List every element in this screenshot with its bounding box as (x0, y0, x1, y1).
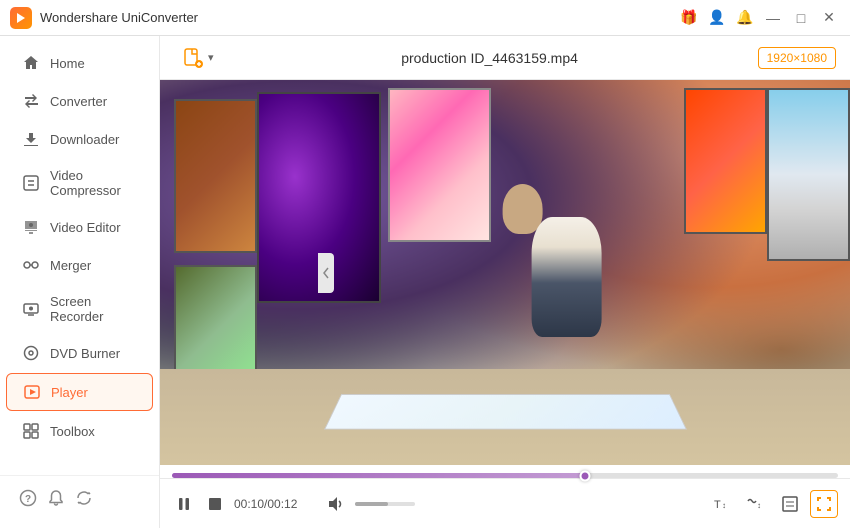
player-icon (23, 383, 41, 401)
sidebar-item-video-editor[interactable]: Video Editor (6, 209, 153, 245)
controls-right: T ↕ ↕ (708, 490, 838, 518)
home-icon (22, 54, 40, 72)
sidebar-item-label-converter: Converter (50, 94, 107, 109)
video-editor-icon (22, 218, 40, 236)
screen-recorder-icon (22, 300, 40, 318)
sidebar-item-label-toolbox: Toolbox (50, 424, 95, 439)
time-display: 00:10/00:12 (234, 497, 297, 511)
toolbox-icon (22, 422, 40, 440)
sidebar-item-dvd-burner[interactable]: DVD Burner (6, 335, 153, 371)
app-title: Wondershare UniConverter (40, 10, 678, 25)
progress-row (160, 465, 850, 478)
minimize-button[interactable]: — (762, 7, 784, 29)
content-topbar: ▾ production ID_4463159.mp4 1920×1080 (160, 36, 850, 80)
sidebar-item-toolbox[interactable]: Toolbox (6, 413, 153, 449)
volume-icon[interactable] (321, 490, 349, 518)
svg-text:T: T (714, 499, 721, 511)
sidebar-item-converter[interactable]: Converter (6, 83, 153, 119)
sidebar-item-merger[interactable]: Merger (6, 247, 153, 283)
add-file-button[interactable]: ▾ (174, 43, 222, 73)
user-icon[interactable]: 👤 (706, 7, 728, 29)
painting-decoration (767, 88, 850, 261)
progress-thumb[interactable] (579, 470, 590, 481)
volume-control (321, 490, 415, 518)
sidebar-item-label-video-compressor: Video Compressor (50, 168, 137, 198)
sidebar-item-video-compressor[interactable]: Video Compressor (6, 159, 153, 207)
progress-fill (172, 473, 585, 478)
volume-fill (355, 502, 388, 506)
progress-track[interactable] (172, 473, 838, 478)
person-head (503, 184, 543, 234)
svg-text:↕: ↕ (757, 501, 761, 510)
help-icon[interactable]: ? (16, 486, 40, 510)
refresh-icon[interactable] (72, 486, 96, 510)
svg-text:?: ? (25, 494, 31, 505)
person-figure (464, 184, 602, 396)
controls-bar: 00:10/00:12 T ↕ (160, 478, 850, 528)
title-bar: Wondershare UniConverter 🎁 👤 🔔 — □ ✕ (0, 0, 850, 36)
audio-track-button[interactable]: ↕ (742, 490, 770, 518)
sidebar-item-label-video-editor: Video Editor (50, 220, 121, 235)
sidebar-toggle[interactable] (318, 253, 334, 293)
painting-decoration (174, 99, 257, 253)
sidebar-item-player[interactable]: Player (6, 373, 153, 411)
merger-icon (22, 256, 40, 274)
app-logo (10, 7, 32, 29)
downloader-icon (22, 130, 40, 148)
volume-slider[interactable] (355, 502, 415, 506)
video-frame (160, 80, 850, 465)
svg-text:↕: ↕ (722, 501, 726, 510)
sidebar-item-label-player: Player (51, 385, 88, 400)
sidebar: Home Converter Downloader (0, 36, 160, 528)
crop-button[interactable] (776, 490, 804, 518)
converter-icon (22, 92, 40, 110)
subtitle-button[interactable]: T ↕ (708, 490, 736, 518)
bell-icon[interactable]: 🔔 (734, 7, 756, 29)
file-name: production ID_4463159.mp4 (232, 50, 748, 66)
sidebar-item-label-downloader: Downloader (50, 132, 119, 147)
fullscreen-button[interactable] (810, 490, 838, 518)
dropdown-arrow: ▾ (208, 51, 214, 64)
content-area: ▾ production ID_4463159.mp4 1920×1080 (160, 36, 850, 528)
sidebar-item-label-home: Home (50, 56, 85, 71)
sidebar-bottom: ? (0, 475, 159, 520)
maximize-button[interactable]: □ (790, 7, 812, 29)
pause-button[interactable] (172, 492, 196, 516)
sidebar-item-screen-recorder[interactable]: Screen Recorder (6, 285, 153, 333)
add-file-icon (182, 47, 204, 69)
stop-button[interactable] (204, 493, 226, 515)
gift-icon[interactable]: 🎁 (678, 7, 700, 29)
main-layout: Home Converter Downloader (0, 36, 850, 528)
dvd-burner-icon (22, 344, 40, 362)
sidebar-item-label-dvd-burner: DVD Burner (50, 346, 120, 361)
paper (324, 394, 687, 429)
painting-decoration (684, 88, 767, 234)
person-body (532, 217, 602, 337)
video-compressor-icon (22, 174, 40, 192)
sidebar-item-label-screen-recorder: Screen Recorder (50, 294, 137, 324)
notification-icon[interactable] (44, 486, 68, 510)
resolution-badge[interactable]: 1920×1080 (758, 47, 836, 69)
video-player-area[interactable] (160, 80, 850, 465)
close-button[interactable]: ✕ (818, 7, 840, 29)
sidebar-item-label-merger: Merger (50, 258, 91, 273)
sidebar-item-home[interactable]: Home (6, 45, 153, 81)
window-controls: 🎁 👤 🔔 — □ ✕ (678, 7, 840, 29)
sidebar-item-downloader[interactable]: Downloader (6, 121, 153, 157)
